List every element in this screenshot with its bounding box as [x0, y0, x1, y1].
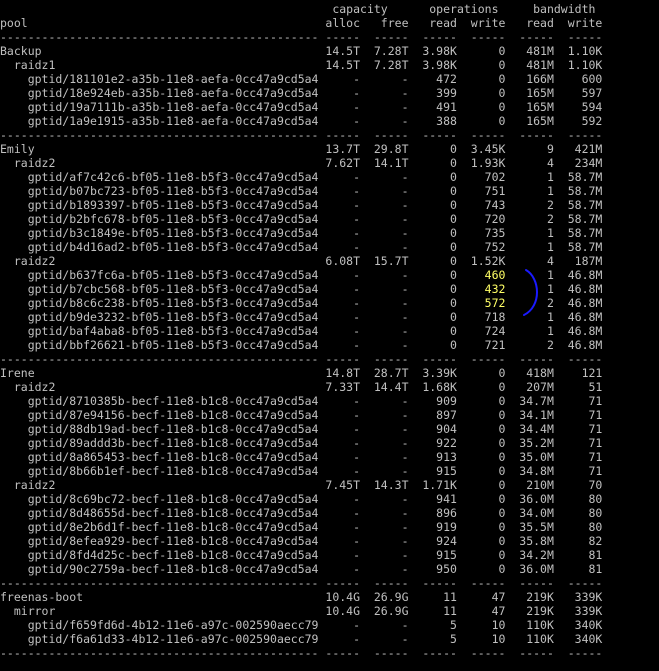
line-prefix: gptid/b8c6c238-bf05-11e8-b5f3-0cc47a9cd5… — [0, 296, 485, 310]
terminal-line: gptid/89addd3b-becf-11e8-b1c8-0cc47a9cd5… — [0, 436, 603, 450]
terminal-line: gptid/b8c6c238-bf05-11e8-b5f3-0cc47a9cd5… — [0, 296, 659, 310]
terminal-line: gptid/f6a61d33-4b12-11e6-a97c-002590aecc… — [0, 632, 603, 646]
terminal-line: gptid/b7cbc568-bf05-11e8-b5f3-0cc47a9cd5… — [0, 282, 659, 296]
terminal-line: ----------------------------------------… — [0, 576, 603, 590]
terminal-line: gptid/b3c1849e-bf05-11e8-b5f3-0cc47a9cd5… — [0, 226, 603, 240]
terminal-line: gptid/8c69bc72-becf-11e8-b1c8-0cc47a9cd5… — [0, 492, 603, 506]
highlighted-write-value: 572 — [484, 296, 506, 310]
terminal-line: mirror 10.4G 26.9G 11 47 219K 339K — [0, 604, 603, 618]
terminal-line: capacity operations bandwidth — [0, 2, 596, 16]
highlighted-write-value: 460 — [484, 268, 506, 282]
terminal-line: gptid/8b66b1ef-becf-11e8-b1c8-0cc47a9cd5… — [0, 464, 603, 478]
terminal-line: Emily 13.7T 29.8T 0 3.45K 9 421M — [0, 142, 603, 156]
terminal-line: raidz2 7.62T 14.1T 0 1.93K 4 234M — [0, 156, 603, 170]
terminal-line: gptid/baf4aba8-bf05-11e8-b5f3-0cc47a9cd5… — [0, 324, 603, 338]
terminal-line: raidz2 7.45T 14.3T 1.71K 0 210M 70 — [0, 478, 603, 492]
terminal-line: gptid/f659fd6d-4b12-11e6-a97c-002590aecc… — [0, 618, 603, 632]
terminal-line: ----------------------------------------… — [0, 352, 603, 366]
terminal-line: gptid/1a9e1915-a35b-11e8-aefa-0cc47a9cd5… — [0, 114, 603, 128]
terminal-line: gptid/18e924eb-a35b-11e8-aefa-0cc47a9cd5… — [0, 86, 603, 100]
terminal-line: gptid/8710385b-becf-11e8-b1c8-0cc47a9cd5… — [0, 394, 603, 408]
terminal-line: gptid/19a7111b-a35b-11e8-aefa-0cc47a9cd5… — [0, 100, 603, 114]
terminal-line: gptid/8d48655d-becf-11e8-b1c8-0cc47a9cd5… — [0, 506, 603, 520]
terminal-line: pool alloc free read write read write — [0, 16, 603, 30]
terminal-line: ----------------------------------------… — [0, 646, 603, 660]
terminal-line: gptid/b9de3232-bf05-11e8-b5f3-0cc47a9cd5… — [0, 310, 603, 324]
line-prefix: gptid/b7cbc568-bf05-11e8-b5f3-0cc47a9cd5… — [0, 282, 485, 296]
terminal-line: gptid/8a865453-becf-11e8-b1c8-0cc47a9cd5… — [0, 450, 603, 464]
terminal-line: raidz1 14.5T 7.28T 3.98K 0 481M 1.10K — [0, 58, 603, 72]
highlighted-write-value: 432 — [484, 282, 506, 296]
terminal-line: gptid/87e94156-becf-11e8-b1c8-0cc47a9cd5… — [0, 408, 603, 422]
terminal-output[interactable]: capacity operations bandwidth pool alloc … — [0, 0, 659, 671]
terminal-line: gptid/b2bfc678-bf05-11e8-b5f3-0cc47a9cd5… — [0, 212, 603, 226]
blue-bracket-annotation — [523, 269, 538, 316]
terminal-line: gptid/bbf26621-bf05-11e8-b5f3-0cc47a9cd5… — [0, 338, 603, 352]
terminal-line: ----------------------------------------… — [0, 128, 603, 142]
terminal-line: Backup 14.5T 7.28T 3.98K 0 481M 1.10K — [0, 44, 603, 58]
terminal-line: gptid/b07bc723-bf05-11e8-b5f3-0cc47a9cd5… — [0, 184, 603, 198]
terminal-line: gptid/b4d16ad2-bf05-11e8-b5f3-0cc47a9cd5… — [0, 240, 603, 254]
terminal-line: gptid/b637fc6a-bf05-11e8-b5f3-0cc47a9cd5… — [0, 268, 659, 282]
terminal-line: raidz2 7.33T 14.4T 1.68K 0 207M 51 — [0, 380, 603, 394]
terminal-line: Irene 14.8T 28.7T 3.39K 0 418M 121 — [0, 366, 603, 380]
terminal-line: gptid/181101e2-a35b-11e8-aefa-0cc47a9cd5… — [0, 72, 603, 86]
terminal-line: gptid/b1893397-bf05-11e8-b5f3-0cc47a9cd5… — [0, 198, 603, 212]
terminal-line: gptid/90c2759a-becf-11e8-b1c8-0cc47a9cd5… — [0, 562, 603, 576]
terminal-line: gptid/af7c42c6-bf05-11e8-b5f3-0cc47a9cd5… — [0, 170, 603, 184]
terminal-line: gptid/8fd4d25c-becf-11e8-b1c8-0cc47a9cd5… — [0, 548, 603, 562]
line-prefix: gptid/b637fc6a-bf05-11e8-b5f3-0cc47a9cd5… — [0, 268, 485, 282]
terminal-line: ----------------------------------------… — [0, 30, 603, 44]
terminal-line: gptid/88db19ad-becf-11e8-b1c8-0cc47a9cd5… — [0, 422, 603, 436]
terminal-line: freenas-boot 10.4G 26.9G 11 47 219K 339K — [0, 590, 603, 604]
terminal-line: gptid/8efea929-becf-11e8-b1c8-0cc47a9cd5… — [0, 534, 603, 548]
terminal-line: gptid/8e2b6d1f-becf-11e8-b1c8-0cc47a9cd5… — [0, 520, 603, 534]
terminal-line: raidz2 6.08T 15.7T 0 1.52K 4 187M — [0, 254, 603, 268]
